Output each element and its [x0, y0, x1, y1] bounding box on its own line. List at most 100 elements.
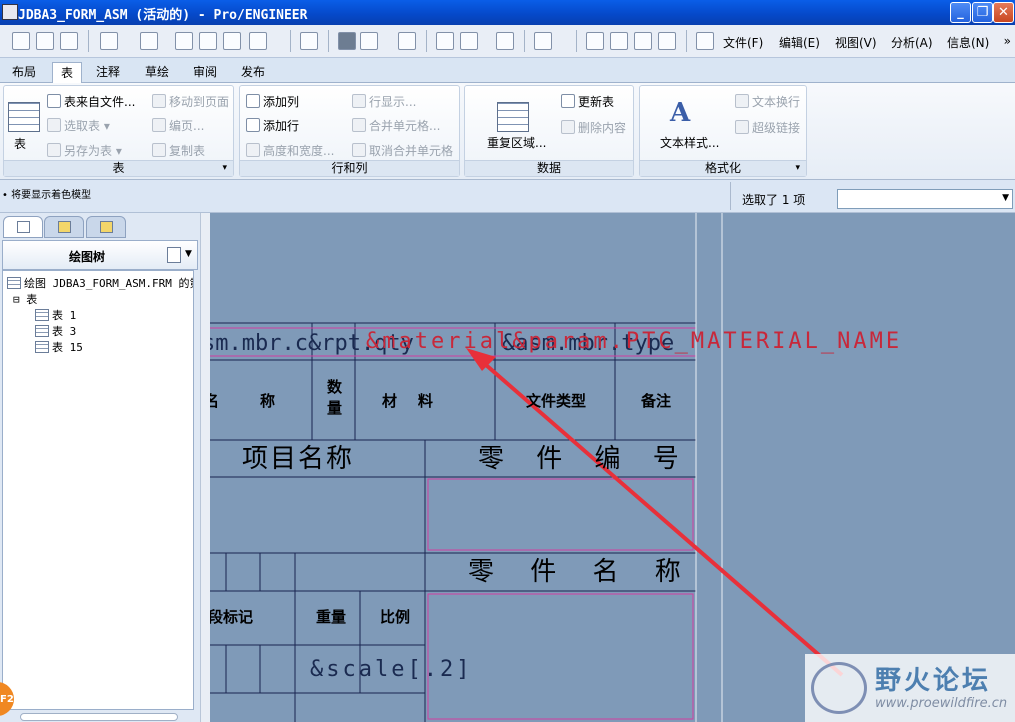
- menu-more-icon[interactable]: »: [1004, 34, 1011, 48]
- tree-item-table-3[interactable]: 表 3: [35, 323, 76, 339]
- tree-branch-tables[interactable]: ⊟ 表: [13, 291, 37, 307]
- panel-splitter[interactable]: [200, 213, 210, 722]
- tree-icon[interactable]: [300, 32, 318, 50]
- stage-mark-label: 段标记: [210, 608, 254, 626]
- tree-horizontal-scrollbar[interactable]: [20, 713, 178, 721]
- hyperlink-button[interactable]: 超级链接: [735, 119, 800, 136]
- resize-icon: [246, 143, 260, 157]
- datum-point-icon[interactable]: [634, 32, 652, 50]
- toolbar-separator: [426, 30, 427, 52]
- unmerge-cells-button[interactable]: 取消合并单元格: [352, 142, 453, 159]
- unmerge-icon: [352, 143, 366, 157]
- select-table-button[interactable]: 选取表 ▾: [47, 117, 110, 134]
- move-page-icon: [152, 94, 166, 108]
- chevron-down-icon[interactable]: ▼: [185, 249, 192, 259]
- text-wrap-icon: [735, 94, 749, 108]
- tab-review[interactable]: 审阅: [185, 62, 225, 83]
- tab-favorites[interactable]: [86, 216, 126, 238]
- text-wrap-button[interactable]: 文本换行: [735, 93, 800, 110]
- merge-cells-button[interactable]: 合并单元格...: [352, 117, 440, 134]
- watermark: 野火论坛 www.proewildfire.cn: [805, 654, 1015, 722]
- delete-content-button[interactable]: 删除内容: [561, 119, 626, 136]
- menu-analysis[interactable]: 分析(A): [891, 34, 933, 51]
- delete-icon[interactable]: [249, 32, 267, 50]
- refit-icon[interactable]: [460, 32, 478, 50]
- new-icon[interactable]: [12, 32, 30, 50]
- move-to-page-button[interactable]: 移动到页面: [152, 93, 229, 110]
- group-expand-icon[interactable]: ▾: [795, 161, 800, 176]
- tab-publish[interactable]: 发布: [233, 62, 273, 83]
- search-icon[interactable]: [338, 32, 356, 50]
- table-icon: [35, 325, 49, 337]
- header-material: 材 料: [382, 392, 433, 410]
- update-icon: [561, 94, 575, 108]
- tab-layout[interactable]: 布局: [4, 62, 44, 83]
- toolbar-separator: [88, 30, 89, 52]
- group-rows-columns: 添加列 添加行 高度和宽度... 行显示... 合并单元格... 取消合并单元格…: [239, 85, 460, 177]
- chevron-down-icon[interactable]: ▼: [1002, 193, 1009, 203]
- height-width-button[interactable]: 高度和宽度...: [246, 142, 334, 159]
- save-icon[interactable]: [60, 32, 78, 50]
- maximize-button[interactable]: ❐: [972, 2, 993, 23]
- group-expand-icon[interactable]: ▾: [222, 161, 227, 176]
- update-table-button[interactable]: 更新表: [561, 93, 614, 110]
- menu-file[interactable]: 文件(F): [723, 34, 763, 51]
- close-button[interactable]: ✕: [993, 2, 1014, 23]
- cut-icon[interactable]: [175, 32, 193, 50]
- toolbar-separator: [576, 30, 577, 52]
- copy-table-button[interactable]: 复制表: [152, 142, 205, 159]
- group-data-label: 数据: [465, 160, 633, 176]
- coord-system-icon[interactable]: [658, 32, 676, 50]
- table-button[interactable]: 表: [14, 135, 26, 152]
- repeat-region-button[interactable]: 重复区域...: [487, 134, 546, 151]
- param-material-name[interactable]: &material&param.PTC_MATERIAL_NAME: [366, 331, 902, 353]
- folder-icon: [58, 221, 71, 233]
- add-column-button[interactable]: 添加列: [246, 93, 299, 110]
- minimize-button[interactable]: _: [950, 2, 971, 23]
- tree-item-table-15[interactable]: 表 15: [35, 339, 83, 355]
- copy-table-icon: [152, 143, 166, 157]
- eraser-icon: [561, 120, 575, 134]
- menu-edit[interactable]: 编辑(E): [779, 34, 820, 51]
- drawing-canvas[interactable]: sm.mbr.c&rpt.qty &asm.mbr.type &material…: [210, 213, 1015, 722]
- selection-filter-select[interactable]: ▼: [837, 189, 1013, 209]
- tree-item-table-1[interactable]: 表 1: [35, 307, 76, 323]
- tab-folder-browser[interactable]: [44, 216, 84, 238]
- save-as-table-button[interactable]: 另存为表 ▾: [47, 142, 122, 159]
- help-icon[interactable]: [696, 32, 714, 50]
- table-icon: [35, 309, 49, 321]
- paste-icon[interactable]: [223, 32, 241, 50]
- copy-icon[interactable]: [199, 32, 217, 50]
- tree-root[interactable]: 绘图 JDBA3_FORM_ASM.FRM 的第: [7, 275, 193, 291]
- datum-axis-icon[interactable]: [610, 32, 628, 50]
- param-scale[interactable]: &scale[.2]: [310, 659, 472, 681]
- scale-label: 比例: [380, 608, 411, 626]
- menu-info[interactable]: 信息(N): [947, 34, 989, 51]
- tab-sketch[interactable]: 草绘: [137, 62, 177, 83]
- open-icon[interactable]: [36, 32, 54, 50]
- zoom-icon[interactable]: [496, 32, 514, 50]
- undo-icon[interactable]: [100, 32, 118, 50]
- datum-plane-icon[interactable]: [586, 32, 604, 50]
- app-icon[interactable]: [2, 4, 18, 20]
- tab-table[interactable]: 表: [52, 62, 83, 83]
- model-tree-icon[interactable]: [398, 32, 416, 50]
- display-style-icon[interactable]: [534, 32, 552, 50]
- table-from-file-button[interactable]: 表来自文件...: [47, 93, 135, 110]
- tree-settings-icon[interactable]: [167, 247, 181, 263]
- tab-drawing-tree[interactable]: [3, 216, 43, 238]
- header-file-type: 文件类型: [526, 392, 587, 410]
- drawing-icon: [7, 277, 21, 289]
- menu-view[interactable]: 视图(V): [835, 34, 877, 51]
- select-box-icon[interactable]: [360, 32, 378, 50]
- tab-annotate[interactable]: 注释: [88, 62, 128, 83]
- redo-icon[interactable]: [140, 32, 158, 50]
- group-format-label: 格式化 ▾: [640, 160, 806, 176]
- paginate-button[interactable]: 编页...: [152, 117, 204, 134]
- add-row-button[interactable]: 添加行: [246, 117, 299, 134]
- row-display-button[interactable]: 行显示...: [352, 93, 416, 110]
- redraw-icon[interactable]: [436, 32, 454, 50]
- table-icon: [8, 102, 40, 132]
- text-style-button[interactable]: 文本样式...: [660, 134, 719, 151]
- drawing-tree: 绘图 JDBA3_FORM_ASM.FRM 的第 ⊟ 表 表 1 表 3 表 1…: [2, 270, 194, 710]
